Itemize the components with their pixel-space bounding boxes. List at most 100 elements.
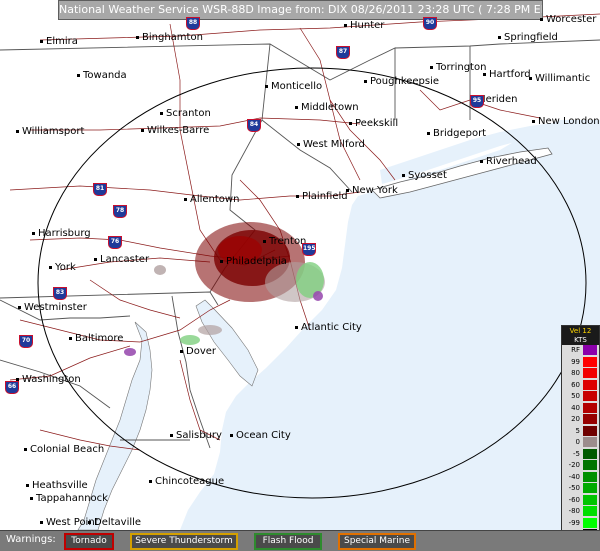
warnings-bar: Warnings: Tornado Severe Thunderstorm Fl… xyxy=(0,530,600,551)
legend-row: 20 xyxy=(562,414,599,426)
legend-row-label: -5 xyxy=(573,449,580,458)
city-label: Binghamton xyxy=(136,32,203,43)
legend-swatch xyxy=(583,494,597,505)
flash-flood-warning-button[interactable]: Flash Flood xyxy=(254,533,322,550)
legend-swatch xyxy=(583,402,597,413)
legend-swatch xyxy=(583,368,597,378)
city-label: Bridgeport xyxy=(426,128,487,139)
city-label: Heathsville xyxy=(26,480,88,491)
interstate-shield: 83 xyxy=(53,287,67,300)
legend-units: KTS xyxy=(562,336,599,345)
legend-swatch xyxy=(583,448,597,459)
legend-row: -60 xyxy=(562,494,599,507)
legend-row-label: -50 xyxy=(568,484,580,492)
city-label: Harrisburg xyxy=(32,228,91,239)
city-label: Riverhead xyxy=(480,156,537,167)
city-label: Ocean City xyxy=(230,430,291,441)
city-label: Colonial Beach xyxy=(23,444,105,455)
legend-rows: RF99806050402050-5-20-40-50-60-80-99ND xyxy=(562,345,599,541)
legend-swatch xyxy=(583,460,597,470)
legend-row-label: -80 xyxy=(568,507,580,515)
legend-swatch xyxy=(583,506,597,516)
interstate-shield: 66 xyxy=(5,381,19,394)
city-label: Middletown xyxy=(295,102,359,113)
city-label: New London xyxy=(532,116,600,127)
city-label: Philadelphia xyxy=(220,256,287,267)
tornado-warning-button[interactable]: Tornado xyxy=(64,533,114,550)
city-label: Salisbury xyxy=(170,430,222,441)
legend-row-label: 40 xyxy=(571,403,580,412)
legend-row-label: 80 xyxy=(571,369,580,377)
special-marine-warning-button[interactable]: Special Marine xyxy=(338,533,416,550)
legend-row: 0 xyxy=(562,437,599,449)
legend-row: 50 xyxy=(562,391,599,403)
city-label: West Milford xyxy=(297,139,365,150)
legend-header: Vel 12 xyxy=(562,326,599,336)
radar-map: National Weather Service WSR-88D Image f… xyxy=(0,0,600,530)
legend-row: -40 xyxy=(562,471,599,484)
interstate-shield: 195 xyxy=(302,243,316,256)
legend-row-label: RF xyxy=(571,346,580,354)
city-label: Scranton xyxy=(160,108,211,119)
legend-row-label: 99 xyxy=(571,357,580,366)
city-label: York xyxy=(49,262,76,273)
city-label: Chincoteague xyxy=(148,476,225,487)
legend-row-label: 0 xyxy=(575,438,580,446)
legend-row-label: -40 xyxy=(568,472,580,481)
city-label: Washington xyxy=(16,374,81,385)
city-label: Poughkeepsie xyxy=(363,76,440,87)
legend-row: 40 xyxy=(562,402,599,415)
city-label: Trenton xyxy=(262,236,307,247)
legend-row-label: 60 xyxy=(571,380,580,389)
city-label: Baltimore xyxy=(68,333,124,344)
interstate-shield: 95 xyxy=(470,95,484,108)
city-label: Peekskill xyxy=(348,118,399,129)
city-label: Hartford xyxy=(483,69,531,80)
legend-row-label: -20 xyxy=(568,461,580,469)
legend-swatch xyxy=(583,356,597,367)
interstate-shield: 70 xyxy=(19,335,33,348)
legend-swatch xyxy=(583,471,597,482)
city-label: Towanda xyxy=(77,70,127,81)
city-label: Allentown xyxy=(183,194,240,205)
legend-row-label: 20 xyxy=(571,415,580,423)
velocity-legend: Vel 12 KTS RF 99 80 60 50 40 20 5 0 -5 -20 -40 -50 -6… xyxy=(561,325,600,545)
legend-row: 99 xyxy=(562,356,599,369)
legend-swatch xyxy=(583,345,597,355)
legend-row: 60 xyxy=(562,379,599,392)
radar-title-bar: National Weather Service WSR-88D Image f… xyxy=(58,0,543,20)
legend-swatch xyxy=(583,517,597,528)
city-label: Atlantic City xyxy=(295,322,362,333)
legend-row: -5 xyxy=(562,448,599,461)
legend-swatch xyxy=(583,414,597,424)
legend-row: 5 xyxy=(562,425,599,438)
legend-swatch xyxy=(583,391,597,401)
legend-row-label: -60 xyxy=(568,495,580,504)
interstate-shield: 78 xyxy=(113,205,127,218)
legend-row: -99 xyxy=(562,517,599,530)
city-label: Willimantic xyxy=(528,73,591,84)
city-label: Wilkes-Barre xyxy=(140,125,210,136)
city-label: Worcester xyxy=(539,14,597,25)
city-label: Dover xyxy=(180,346,216,357)
interstate-shield: 87 xyxy=(336,46,350,59)
city-label: Tappahannock xyxy=(30,493,108,504)
interstate-shield: 84 xyxy=(247,119,261,132)
legend-row: -20 xyxy=(562,460,599,472)
severe-thunderstorm-warning-button[interactable]: Severe Thunderstorm xyxy=(130,533,238,550)
legend-row-label: -99 xyxy=(568,518,580,527)
city-label: Plainfield xyxy=(296,191,348,202)
legend-swatch xyxy=(583,437,597,447)
city-label: Monticello xyxy=(264,81,323,92)
city-label: Springfield xyxy=(498,32,558,43)
legend-row-label: 50 xyxy=(571,392,580,400)
city-label: Deltaville xyxy=(87,517,142,528)
city-label: Syosset xyxy=(402,170,447,181)
city-label: New York xyxy=(346,185,398,196)
interstate-shield: 76 xyxy=(108,236,122,249)
interstate-shield: 90 xyxy=(423,17,437,30)
legend-row: -50 xyxy=(562,483,599,495)
city-label: Hunter xyxy=(343,20,385,31)
legend-row: RF xyxy=(562,345,599,357)
interstate-shield: 88 xyxy=(186,17,200,30)
